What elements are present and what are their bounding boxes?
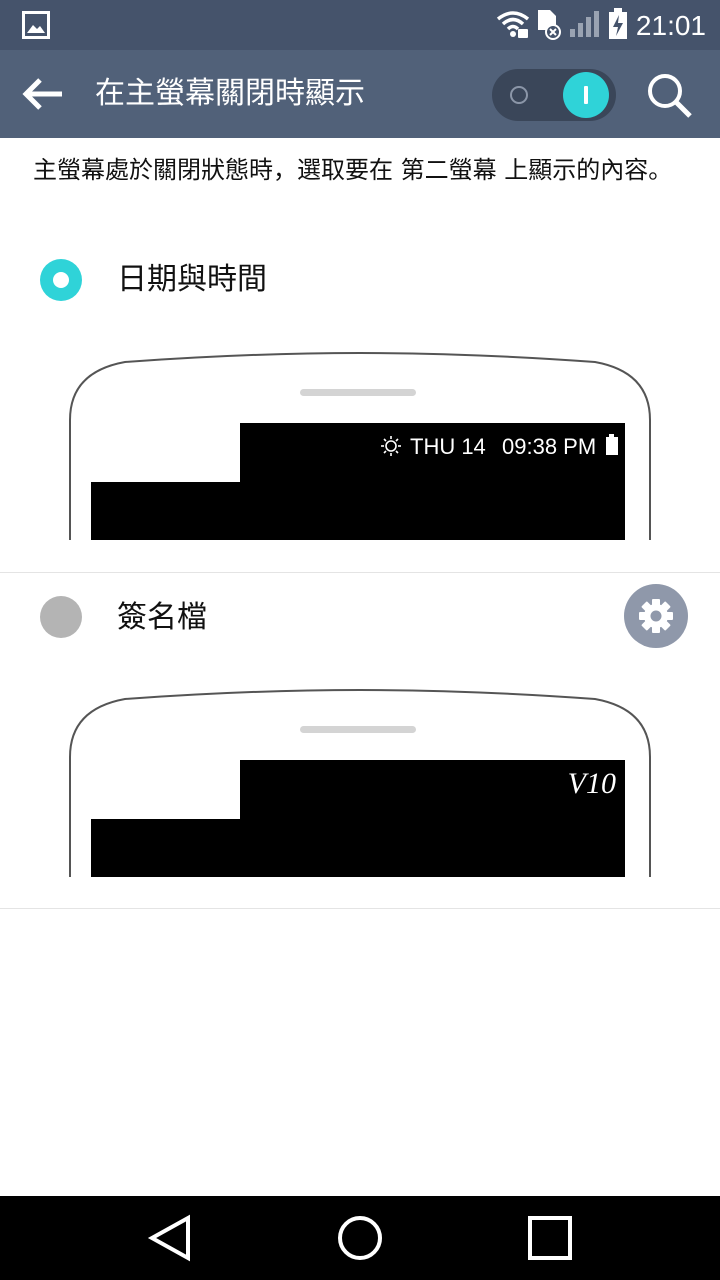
sd-card-icon xyxy=(536,8,562,44)
radio-date-time[interactable] xyxy=(40,259,82,301)
navigation-bar xyxy=(0,1196,720,1280)
battery-charging-icon xyxy=(608,8,628,44)
back-arrow-icon xyxy=(22,78,62,110)
nav-back-button[interactable] xyxy=(138,1206,202,1270)
status-time: 21:01 xyxy=(635,10,706,41)
toggle-off-indicator xyxy=(510,86,528,104)
nav-home-button[interactable] xyxy=(328,1206,392,1270)
preview-battery-icon xyxy=(606,434,618,455)
description-text: 主螢幕處於關閉狀態時，選取要在 第二螢幕 上顯示的內容。 xyxy=(33,156,673,184)
signature-settings-button[interactable] xyxy=(624,584,688,648)
nav-recents-button[interactable] xyxy=(518,1206,582,1270)
nav-home-icon xyxy=(338,1216,382,1260)
image-notification-icon xyxy=(22,11,50,43)
gear-icon xyxy=(639,599,673,633)
search-icon xyxy=(648,74,692,118)
status-bar: 21:01 xyxy=(0,0,720,50)
toggle-knob xyxy=(563,72,609,118)
preview-date-time[interactable]: THU 14 09:38 PM xyxy=(0,350,720,545)
preview-signature-text: V10 xyxy=(568,767,616,800)
status-icons: 21:01 xyxy=(496,8,706,44)
search-button[interactable] xyxy=(644,70,694,120)
master-toggle-switch[interactable] xyxy=(492,69,616,121)
divider xyxy=(0,908,720,909)
radio-signature[interactable] xyxy=(40,596,82,638)
wifi-icon xyxy=(496,9,530,43)
option-label-signature[interactable]: 簽名檔 xyxy=(117,596,207,640)
option-label-date-time[interactable]: 日期與時間 xyxy=(117,258,267,302)
page-title: 在主螢幕關閉時顯示 xyxy=(95,76,365,111)
signal-icon xyxy=(568,9,602,43)
nav-recents-icon xyxy=(528,1216,572,1260)
preview-time: 09:38 PM xyxy=(502,434,596,459)
preview-signature[interactable]: V10 xyxy=(0,687,720,882)
preview-day: THU 14 xyxy=(410,434,486,459)
divider xyxy=(0,572,720,573)
nav-back-icon xyxy=(147,1214,190,1262)
back-button[interactable] xyxy=(18,72,66,116)
action-bar: 在主螢幕關閉時顯示 xyxy=(0,50,720,138)
